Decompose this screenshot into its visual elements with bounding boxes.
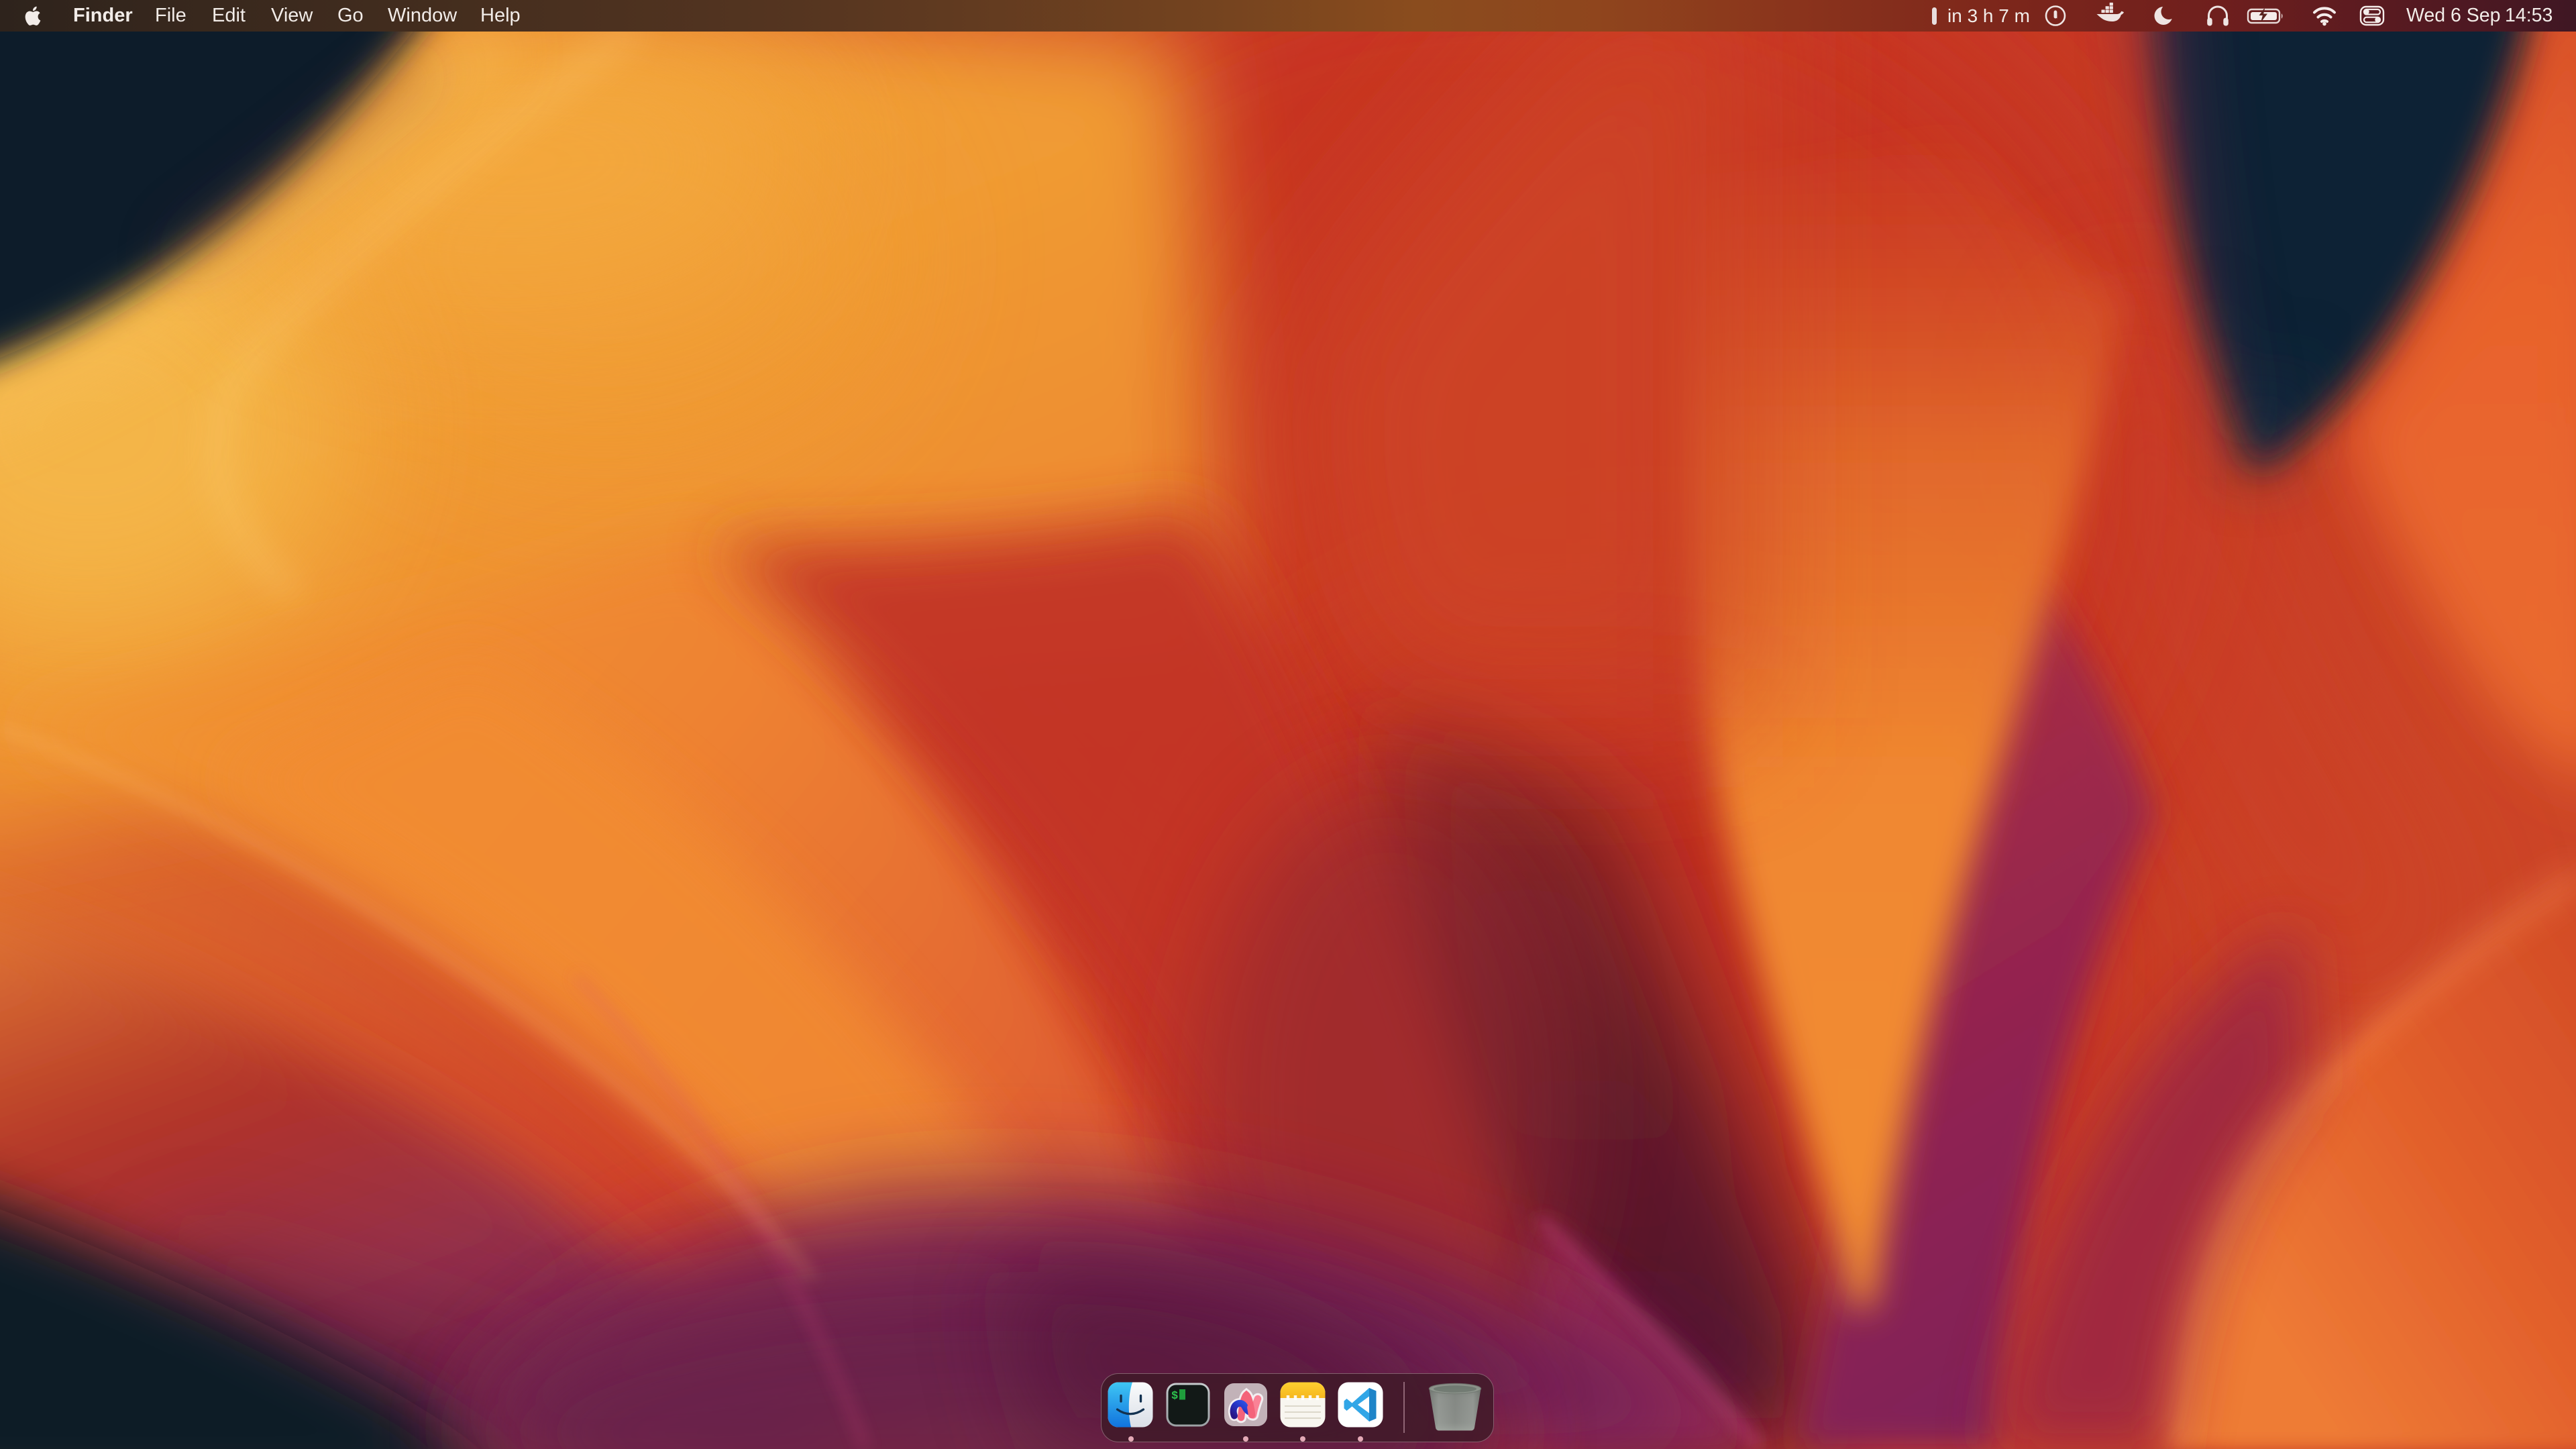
svg-text:$: $ [1171,1390,1178,1403]
